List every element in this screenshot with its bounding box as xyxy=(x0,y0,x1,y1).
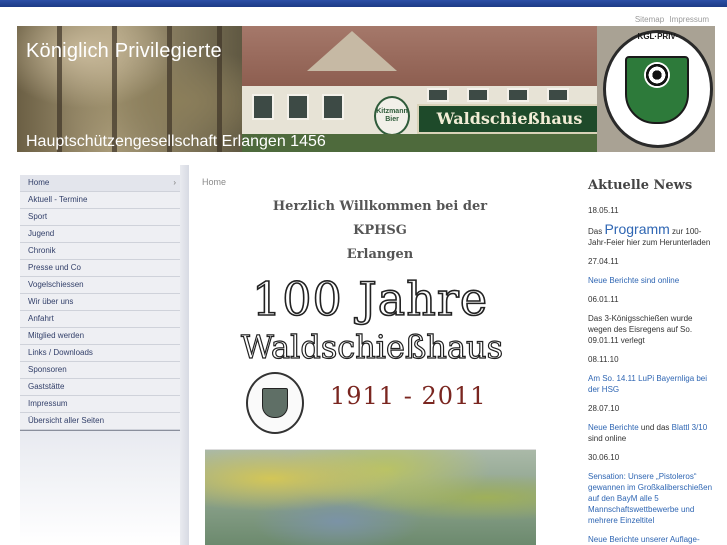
window xyxy=(547,88,569,102)
news-date-text: 08.11.10 xyxy=(588,355,619,364)
sidebar-item-13[interactable]: Impressum xyxy=(20,396,180,413)
poster-title: 100 Jahre xyxy=(251,271,489,327)
poster-shield-icon xyxy=(262,388,288,418)
news-item: Sensation: Unsere „Pistoleros“ gewannen … xyxy=(588,471,716,526)
sidebar-item-label: Gaststätte xyxy=(28,382,65,391)
window xyxy=(467,88,489,102)
news-date-text: 30.06.10 xyxy=(588,453,620,462)
beer-sign: Kitzmann Bier xyxy=(374,96,410,136)
house-roof xyxy=(242,26,602,86)
news-link[interactable]: Blattl 3/10 xyxy=(672,423,708,432)
sidebar-item-12[interactable]: Gaststätte xyxy=(20,379,180,396)
target-icon xyxy=(644,62,670,88)
welcome-line2: Erlangen xyxy=(346,247,414,262)
sidebar-item-label: Übersicht aller Seiten xyxy=(28,416,105,425)
sidebar-strip xyxy=(180,165,189,545)
waldschiesshaus-sign: Waldschießhaus xyxy=(417,104,602,134)
news-date: 28.07.10 xyxy=(588,403,716,414)
news-link[interactable]: Neue Berichte unserer Auflage-Schützen xyxy=(588,535,700,545)
sidebar-item-label: Sponsoren xyxy=(28,365,67,374)
news-link[interactable]: Sensation: Unsere „Pistoleros“ gewannen … xyxy=(588,472,712,525)
news-item: Neue Berichte unserer Auflage-Schützen xyxy=(588,534,716,545)
sidebar-item-label: Mitglied werden xyxy=(28,331,85,340)
news-date-text: 18.05.11 xyxy=(588,206,619,215)
sidebar-item-1[interactable]: Aktuell - Termine xyxy=(20,192,180,209)
welcome-line1: Herzlich Willkommen bei der KPHSG xyxy=(272,199,488,238)
site-title-line1: Königlich Privilegierte xyxy=(26,40,222,62)
sidebar-item-3[interactable]: Jugend xyxy=(20,226,180,243)
impressum-top-link[interactable]: Impressum xyxy=(669,15,709,24)
sidebar-item-label: Chronik xyxy=(28,246,56,255)
news-text: Das xyxy=(588,227,605,236)
window xyxy=(507,88,529,102)
sidebar-item-label: Aktuell - Termine xyxy=(28,195,88,204)
sidebar-item-label: Impressum xyxy=(28,399,68,408)
sidebar-item-7[interactable]: Wir über uns xyxy=(20,294,180,311)
news-link[interactable]: Programm xyxy=(604,221,669,237)
top-links: Sitemap Impressum xyxy=(632,15,709,24)
sidebar-nav: Home › Aktuell - Termine Sport Jugend Chronik… xyxy=(20,175,180,430)
emblem-lettering: KGL·PRIV· xyxy=(637,32,679,41)
window xyxy=(322,94,344,120)
sidebar-item-0[interactable]: Home › xyxy=(20,175,180,192)
news-text: und das xyxy=(638,423,672,432)
news-date: 30.06.10 xyxy=(588,452,716,463)
news-date-text: 28.07.10 xyxy=(588,404,620,413)
news-text: Das 3-Königsschießen wurde wegen des Eis… xyxy=(588,314,693,345)
tower-roof xyxy=(307,31,397,71)
news-link[interactable]: Neue Berichte sind online xyxy=(588,276,679,285)
sidebar-item-label: Presse und Co xyxy=(28,263,81,272)
news-item: Neue Berichte und das Blattl 3/10 sind o… xyxy=(588,422,716,444)
sidebar-item-2[interactable]: Sport xyxy=(20,209,180,226)
top-bar xyxy=(0,0,727,7)
news-date: 27.04.11 xyxy=(588,256,716,267)
news-link[interactable]: Am So. 14.11 LuPi Bayernliga bei der HSG xyxy=(588,374,707,394)
sidebar-item-label: Anfahrt xyxy=(28,314,54,323)
sidebar-item-9[interactable]: Mitglied werden xyxy=(20,328,180,345)
news-date-text: 27.04.11 xyxy=(588,257,619,266)
sidebar-item-6[interactable]: Vogelschiessen xyxy=(20,277,180,294)
news-date-text: 06.01.11 xyxy=(588,295,619,304)
window xyxy=(287,94,309,120)
news-title: Aktuelle News xyxy=(588,178,693,193)
sidebar-item-label: Home xyxy=(28,178,50,187)
news-item: Am So. 14.11 LuPi Bayernliga bei der HSG xyxy=(588,373,716,395)
sidebar-item-8[interactable]: Anfahrt xyxy=(20,311,180,328)
window xyxy=(252,94,274,120)
news-date: 06.01.11 xyxy=(588,294,716,305)
news-date: 08.11.10 xyxy=(588,354,716,365)
sidebar-item-label: Links / Downloads xyxy=(28,348,93,357)
poster-subtitle: Waldschießhaus xyxy=(240,327,504,366)
poster-years: 1911 - 2011 xyxy=(330,382,487,410)
sidebar-item-11[interactable]: Sponsoren xyxy=(20,362,180,379)
chevron-right-icon: › xyxy=(173,178,176,187)
welcome-heading: Herzlich Willkommen bei der KPHSG Erlang… xyxy=(250,195,510,267)
nav-shadow xyxy=(20,431,180,545)
sidebar-item-4[interactable]: Chronik xyxy=(20,243,180,260)
news-date: 18.05.11 xyxy=(588,205,716,216)
sitemap-link[interactable]: Sitemap xyxy=(635,15,664,24)
sidebar-item-label: Wir über uns xyxy=(28,297,74,306)
sidebar-item-5[interactable]: Presse und Co xyxy=(20,260,180,277)
sidebar-item-label: Sport xyxy=(28,212,48,221)
news-list: 18.05.11 Das Programm zur 100-Jahr-Feier … xyxy=(588,205,716,545)
sidebar-item-label: Jugend xyxy=(28,229,55,238)
news-item: Das Programm zur 100-Jahr-Feier hier zum… xyxy=(588,221,716,248)
sidebar-item-label: Vogelschiessen xyxy=(28,280,84,289)
breadcrumb[interactable]: Home xyxy=(202,177,226,187)
sidebar-item-10[interactable]: Links / Downloads xyxy=(20,345,180,362)
news-text: sind online xyxy=(588,434,627,443)
news-item: Neue Berichte sind online xyxy=(588,275,716,286)
news-link[interactable]: Neue Berichte xyxy=(588,423,639,432)
news-item: Das 3-Königsschießen wurde wegen des Eis… xyxy=(588,313,716,346)
window xyxy=(427,88,449,102)
sidebar-item-14[interactable]: Übersicht aller Seiten xyxy=(20,413,180,430)
site-title-line2: Hauptschützengesellschaft Erlangen 1456 xyxy=(26,133,326,150)
painting-image xyxy=(205,449,536,545)
